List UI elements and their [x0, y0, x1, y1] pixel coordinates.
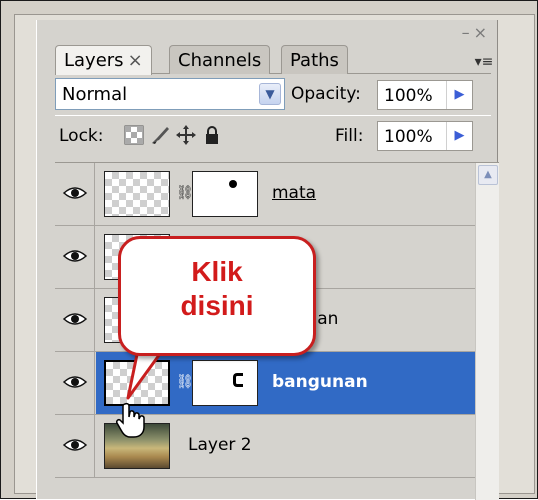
- lock-position-icon[interactable]: [175, 124, 197, 146]
- eye-icon: [63, 313, 87, 325]
- layer-body[interactable]: ⛓ mata: [96, 163, 475, 225]
- layer-visibility-toggle[interactable]: [55, 226, 95, 288]
- layer-name[interactable]: Layer 2: [188, 435, 252, 455]
- fill-value: 100%: [384, 127, 433, 147]
- toolbar-divider: [55, 115, 491, 116]
- panel-tabs: Layers × Channels Paths: [55, 44, 491, 75]
- fill-field[interactable]: 100% ▶: [377, 121, 473, 151]
- window-controls: –×: [462, 23, 491, 42]
- chain-link-icon[interactable]: ⛓: [176, 185, 194, 205]
- tab-layers-label: Layers: [64, 50, 124, 71]
- lock-all-icon[interactable]: [201, 124, 223, 146]
- tab-layers[interactable]: Layers ×: [55, 45, 152, 75]
- scroll-up-icon[interactable]: ▲: [478, 165, 498, 185]
- hand-cursor-icon: [116, 402, 145, 438]
- eye-icon: [63, 250, 87, 262]
- layer-mask-thumbnail[interactable]: [192, 360, 258, 406]
- tab-channels[interactable]: Channels: [169, 45, 271, 74]
- close-icon[interactable]: ×: [474, 23, 491, 42]
- layer-mask-thumbnail[interactable]: [192, 171, 258, 217]
- fill-arrow-icon[interactable]: ▶: [446, 122, 472, 150]
- layer-name[interactable]: bangunan: [272, 372, 368, 392]
- tab-paths-label: Paths: [290, 50, 339, 71]
- layer-thumbnail[interactable]: [104, 171, 170, 217]
- opacity-arrow-icon[interactable]: ▶: [446, 81, 472, 109]
- eye-icon: [63, 439, 87, 451]
- minimize-icon[interactable]: –: [462, 23, 474, 42]
- chevron-down-icon[interactable]: ▼: [259, 83, 281, 105]
- opacity-value: 100%: [384, 86, 433, 106]
- panel-menu-icon[interactable]: ▾≡: [473, 54, 495, 72]
- layer-visibility-toggle[interactable]: [55, 163, 95, 225]
- callout-line-1: Klik: [191, 256, 243, 287]
- blend-mode-value: Normal: [62, 84, 128, 105]
- opacity-label: Opacity:: [291, 84, 361, 104]
- layer-name[interactable]: mata: [272, 183, 316, 203]
- eye-icon: [63, 376, 87, 388]
- layer-visibility-toggle[interactable]: [55, 352, 95, 414]
- layers-scrollbar[interactable]: ▲: [475, 163, 499, 500]
- fill-label: Fill:: [335, 126, 364, 146]
- tab-paths[interactable]: Paths: [281, 45, 348, 74]
- eye-icon: [63, 187, 87, 199]
- opacity-field[interactable]: 100% ▶: [377, 80, 473, 110]
- lock-label: Lock:: [59, 126, 104, 146]
- layer-visibility-toggle[interactable]: [55, 415, 95, 477]
- callout-line-2: disini: [180, 290, 254, 321]
- tab-channels-label: Channels: [178, 50, 262, 71]
- lock-image-pixels-icon[interactable]: [149, 124, 171, 146]
- layer-body[interactable]: Layer 2: [96, 415, 475, 477]
- tab-close-icon[interactable]: ×: [128, 50, 143, 71]
- callout-bubble: Klik disini: [118, 236, 316, 356]
- lock-transparent-pixels-icon[interactable]: [123, 124, 145, 146]
- layer-visibility-toggle[interactable]: [55, 289, 95, 351]
- layer-row-mata[interactable]: ⛓ mata: [55, 163, 475, 226]
- blend-mode-select[interactable]: Normal ▼: [55, 78, 285, 110]
